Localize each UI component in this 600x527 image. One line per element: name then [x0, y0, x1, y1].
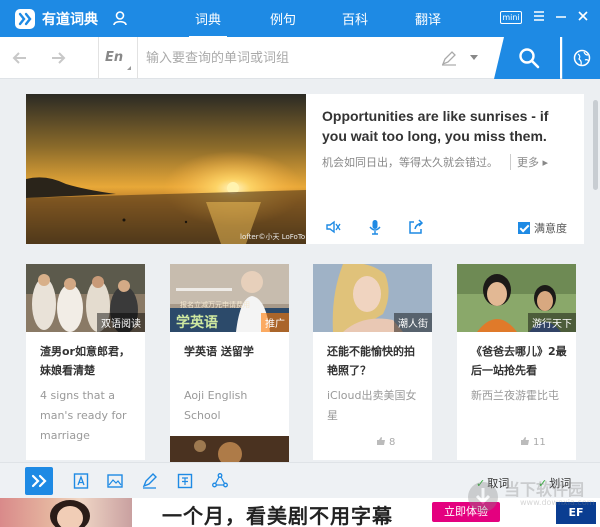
like-count[interactable]: 11	[520, 436, 546, 448]
ad-headline: 一个月，看美剧不用字幕	[162, 504, 393, 527]
banner-text: 学英语	[176, 315, 218, 331]
tab-encyclopedia[interactable]: 百科	[342, 9, 368, 28]
wordbook-icon	[73, 473, 89, 489]
ad-photo	[0, 498, 132, 527]
watermark: 当下软件园 www.downxia.com	[466, 476, 596, 526]
download-icon	[468, 482, 498, 512]
search-input[interactable]	[146, 46, 426, 70]
thumbs-up-icon	[377, 437, 385, 445]
web-search-button[interactable]	[562, 37, 600, 79]
feed-card[interactable]: 双语阅读 渣男or如意郎君，妹娘看清楚 4 signs that a man's…	[26, 264, 145, 460]
scrollbar-thumb[interactable]	[593, 100, 598, 190]
language-label: En	[105, 50, 124, 65]
feed-title: 渣男or如意郎君，妹娘看清楚	[40, 345, 130, 377]
promotion-tag: 推广	[261, 313, 289, 332]
handwriting-pen-icon[interactable]	[440, 49, 458, 67]
like-number: 11	[533, 437, 546, 448]
feed-subtitle: 新西兰夜游霍比屯	[471, 389, 559, 402]
user-icon[interactable]	[112, 10, 128, 26]
menu-icon[interactable]	[532, 9, 546, 23]
close-icon[interactable]	[576, 9, 590, 23]
back-arrow-icon[interactable]	[12, 50, 28, 66]
tab-dictionary[interactable]: 词典	[188, 9, 228, 39]
sunrise-photo[interactable]: lofter©小天 LoFoTo	[26, 94, 306, 244]
feed-card[interactable]: 游行天下 《爸爸去哪儿》2最后一站抢先看 新西兰夜游霍比屯 11	[457, 264, 576, 460]
banner-caption: 报名立减万元申请费用	[180, 301, 250, 309]
minimize-icon[interactable]	[554, 9, 568, 23]
feed-card[interactable]: 潮人街 还能不能愉快的拍艳照了？ iCloud出卖美国女星 8	[313, 264, 432, 460]
feed-image: 双语阅读	[26, 264, 145, 332]
daily-quote-english: Opportunities are like sunrises - if you…	[322, 108, 549, 144]
more-label: 更多	[517, 156, 539, 169]
feed-card[interactable]: 报名立减万元申请费用 学英语 推广 学英语 送留学 Aoji English S…	[170, 264, 289, 460]
app-center-button[interactable]	[206, 467, 234, 495]
app-name: 有道词典	[42, 12, 98, 28]
feed-subtitle: iCloud出卖美国女星	[327, 389, 417, 422]
satisfaction-label: 满意度	[534, 222, 567, 235]
feed-tag: 游行天下	[528, 313, 576, 332]
feed-image: 潮人街	[313, 264, 432, 332]
youdao-logo-icon	[31, 474, 47, 488]
wordbook-button[interactable]	[67, 467, 95, 495]
youdao-logo-icon[interactable]	[14, 8, 36, 30]
dropdown-caret-icon[interactable]	[470, 55, 478, 60]
home-button[interactable]	[25, 467, 53, 495]
satisfaction-checkbox[interactable]: 满意度	[518, 220, 567, 236]
screen-word-button[interactable]	[136, 467, 164, 495]
more-link[interactable]: 更多 ▸	[510, 154, 548, 170]
feed-title: 还能不能愉快的拍艳照了？	[327, 345, 415, 377]
search-icon	[519, 48, 540, 69]
forward-arrow-icon[interactable]	[50, 50, 66, 66]
share-icon[interactable]	[407, 218, 425, 236]
daily-quote-chinese: 机会如同日出，等得太久就会错过。	[322, 156, 498, 169]
language-corner-icon	[127, 66, 131, 70]
microphone-icon[interactable]	[366, 218, 384, 236]
image-translate-button[interactable]	[101, 467, 129, 495]
like-number: 8	[389, 437, 396, 448]
feed-image: 游行天下	[457, 264, 576, 332]
title-bar: 有道词典 词典 例句 百科 翻译 mini	[0, 0, 600, 39]
mini-mode-button[interactable]: mini	[500, 11, 522, 24]
feed-image: 报名立减万元申请费用 学英语 推广	[170, 264, 289, 332]
pen-icon	[142, 473, 157, 489]
globe-icon	[573, 49, 591, 67]
photo-credit: lofter©小天 LoFoTo	[240, 233, 306, 241]
tab-translate[interactable]: 翻译	[415, 9, 441, 28]
like-count[interactable]: 8	[376, 436, 395, 448]
daily-sentence-card: lofter©小天 LoFoTo Opportunities are like …	[26, 94, 584, 244]
feed-title: 学英语 送留学	[184, 345, 254, 358]
feed-subtitle: 4 signs that a man's ready for marriage	[40, 389, 127, 442]
language-selector[interactable]: En	[98, 37, 138, 79]
tab-examples[interactable]: 例句	[270, 9, 296, 28]
checkbox-checked-icon	[518, 222, 530, 234]
feed-subtitle: Aoji English School	[184, 389, 248, 422]
feed-tag: 双语阅读	[97, 313, 145, 332]
image-icon	[107, 474, 123, 488]
apps-icon	[212, 473, 228, 488]
feed-tag: 潮人街	[394, 313, 432, 332]
search-bar: En	[0, 37, 600, 79]
feed-title: 《爸爸去哪儿》2最后一站抢先看	[471, 345, 567, 377]
watermark-text: 当下软件园	[504, 480, 585, 499]
translate-icon	[177, 473, 193, 489]
watermark-url: www.downxia.com	[520, 498, 595, 507]
search-button[interactable]	[494, 37, 560, 79]
thumbs-up-icon	[521, 437, 529, 445]
translate-button[interactable]	[171, 467, 199, 495]
speaker-icon[interactable]	[324, 218, 342, 236]
